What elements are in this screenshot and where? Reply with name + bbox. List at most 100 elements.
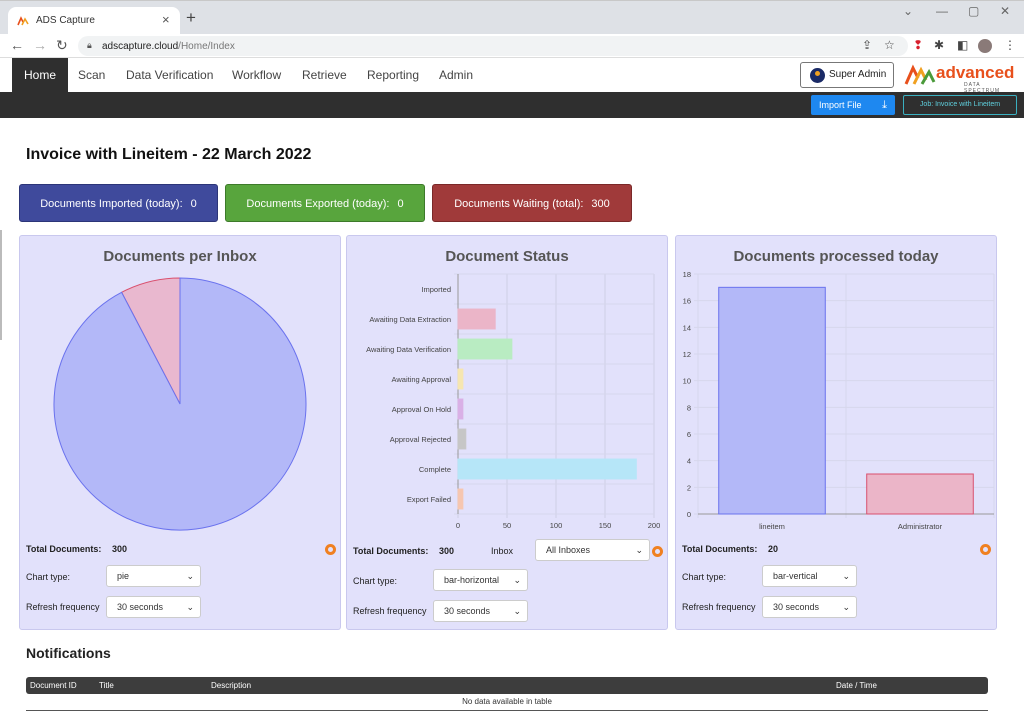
- hbar-xtick-label: 100: [550, 521, 563, 530]
- nav-data-verification[interactable]: Data Verification: [114, 58, 225, 92]
- inbox-chart-type-label: Chart type:: [26, 572, 71, 582]
- job-selector-button[interactable]: Job: Invoice with Lineitem: [903, 95, 1017, 115]
- nav-home[interactable]: Home: [12, 58, 69, 92]
- col-title[interactable]: Title: [99, 681, 114, 690]
- vbar-ytick-label: 6: [687, 430, 691, 439]
- hbar-bar: [457, 308, 496, 330]
- processed-refresh-label: Refresh frequency: [682, 602, 756, 612]
- minimize-icon[interactable]: —: [936, 4, 948, 18]
- hbar-category-label: Export Failed: [407, 495, 451, 504]
- url-field[interactable]: 🔒︎ adscapture.cloud/Home/Index: [78, 36, 908, 56]
- stat-waiting: Documents Waiting (total): 300: [432, 184, 632, 222]
- nav-retrieve[interactable]: Retrieve: [290, 58, 359, 92]
- processed-total-value: 20: [768, 544, 779, 554]
- extension-pin-icon[interactable]: ❢: [913, 38, 923, 52]
- stat-imported-label: Documents Imported (today):: [40, 198, 183, 210]
- nav-reporting[interactable]: Reporting: [355, 58, 431, 92]
- share-icon[interactable]: ⇪: [862, 38, 872, 52]
- status-inbox-select[interactable]: All Inboxes ⌄: [535, 539, 650, 561]
- stat-exported: Documents Exported (today): 0: [225, 184, 425, 222]
- brand-mark-icon: [904, 64, 936, 85]
- new-tab-icon[interactable]: +: [186, 8, 196, 28]
- lock-icon: 🔒︎: [87, 40, 92, 50]
- nav-workflow[interactable]: Workflow: [220, 58, 293, 92]
- processed-chart-type-select[interactable]: bar-vertical ⌄: [762, 565, 857, 587]
- user-menu-button[interactable]: Super Admin: [800, 62, 894, 88]
- browser-tab-title: ADS Capture: [36, 15, 95, 26]
- inbox-chart-type-select[interactable]: pie ⌄: [106, 565, 201, 587]
- status-refresh-select[interactable]: 30 seconds ⌄: [433, 600, 528, 622]
- vbar-bar: [866, 473, 974, 515]
- col-description[interactable]: Description: [211, 681, 251, 690]
- vbar-ytick-label: 18: [683, 270, 691, 279]
- address-bar-row: ← → ↻ 🔒︎ adscapture.cloud/Home/Index ⇪ ☆…: [0, 34, 1024, 58]
- hbar-category-label: Approval Rejected: [390, 435, 451, 444]
- browser-tab-bar: ADS Capture × + ⌄ — ▢ ✕: [0, 0, 1024, 35]
- close-window-icon[interactable]: ✕: [1000, 4, 1010, 18]
- hbar-bar: [457, 488, 464, 510]
- left-edge-marker: [0, 230, 2, 340]
- processed-settings-gear-icon[interactable]: [980, 544, 991, 555]
- inbox-total-value: 300: [112, 544, 128, 554]
- hbar-category-label: Imported: [421, 285, 451, 294]
- user-avatar-icon: [810, 68, 825, 83]
- inbox-refresh-select[interactable]: 30 seconds ⌄: [106, 596, 201, 618]
- vbar-bar: [718, 286, 826, 515]
- vbar-ytick-label: 16: [683, 297, 691, 306]
- maximize-icon[interactable]: ▢: [968, 4, 979, 18]
- hbar-xtick-label: 200: [648, 521, 661, 530]
- side-panel-icon[interactable]: ◧: [957, 38, 968, 52]
- back-icon[interactable]: ←: [10, 37, 24, 53]
- status-total-value: 300: [439, 546, 455, 556]
- app-navbar: Home Scan Data Verification Workflow Ret…: [0, 58, 1024, 94]
- tab-search-icon[interactable]: ⌄: [903, 4, 913, 18]
- nav-scan[interactable]: Scan: [66, 58, 117, 92]
- stat-imported: Documents Imported (today): 0: [19, 184, 218, 222]
- close-tab-icon[interactable]: ×: [162, 12, 170, 27]
- status-chart-type-value: bar-horizontal: [444, 575, 500, 585]
- reload-icon[interactable]: ↻: [56, 37, 68, 54]
- import-file-button[interactable]: Import File ⤓: [811, 95, 895, 115]
- inbox-refresh-value: 30 seconds: [117, 602, 164, 612]
- status-inbox-label: Inbox: [491, 546, 514, 556]
- extensions-puzzle-icon[interactable]: ✱: [934, 38, 944, 52]
- hbar-bar: [457, 398, 464, 420]
- stat-imported-value: 0: [190, 198, 197, 210]
- brand-wordmark: advanced: [936, 63, 1015, 82]
- processed-refresh-value: 30 seconds: [773, 602, 820, 612]
- col-date-time[interactable]: Date / Time: [836, 681, 877, 690]
- chevron-down-icon: ⌄: [635, 545, 643, 555]
- hbar-category-label: Awaiting Data Extraction: [369, 315, 451, 324]
- stat-waiting-value: 300: [591, 198, 610, 210]
- chevron-down-icon: ⌄: [842, 602, 850, 612]
- status-chart-type-select[interactable]: bar-horizontal ⌄: [433, 569, 528, 591]
- nav-admin[interactable]: Admin: [427, 58, 485, 92]
- status-inbox-value: All Inboxes: [546, 545, 591, 555]
- forward-icon[interactable]: →: [33, 37, 47, 53]
- user-label: Super Admin: [829, 69, 887, 80]
- url-host: adscapture.cloud: [102, 41, 179, 52]
- notifications-heading: Notifications: [26, 645, 111, 661]
- status-settings-gear-icon[interactable]: [652, 546, 663, 557]
- job-toolbar: Import File ⤓ Job: Invoice with Lineitem: [0, 92, 1024, 118]
- notifications-table-header: Document ID Title Description Date / Tim…: [26, 677, 988, 694]
- browser-menu-icon[interactable]: ⋮: [1004, 38, 1016, 52]
- stat-exported-label: Documents Exported (today):: [246, 198, 390, 210]
- import-file-label: Import File: [819, 100, 862, 110]
- profile-avatar[interactable]: [978, 39, 992, 53]
- bookmark-star-icon[interactable]: ☆: [884, 38, 895, 52]
- status-panel: Document Status 0 50 100 150 200 Imported Awai…: [346, 235, 668, 630]
- chevron-down-icon: ⌄: [842, 571, 850, 581]
- processed-refresh-select[interactable]: 30 seconds ⌄: [762, 596, 857, 618]
- browser-tab[interactable]: ADS Capture ×: [8, 7, 180, 35]
- chevron-down-icon: ⌄: [186, 571, 194, 581]
- inbox-chart-type-value: pie: [117, 571, 130, 581]
- table-bottom-border: [26, 710, 988, 711]
- inbox-settings-gear-icon[interactable]: [325, 544, 336, 555]
- hbar-bar: [457, 338, 513, 360]
- page-title: Invoice with Lineitem - 22 March 2022: [26, 146, 312, 163]
- hbar-xtick-label: 0: [456, 521, 460, 530]
- col-document-id[interactable]: Document ID: [30, 681, 77, 690]
- ads-favicon-icon: [17, 16, 29, 26]
- processed-total-label: Total Documents:: [682, 544, 758, 554]
